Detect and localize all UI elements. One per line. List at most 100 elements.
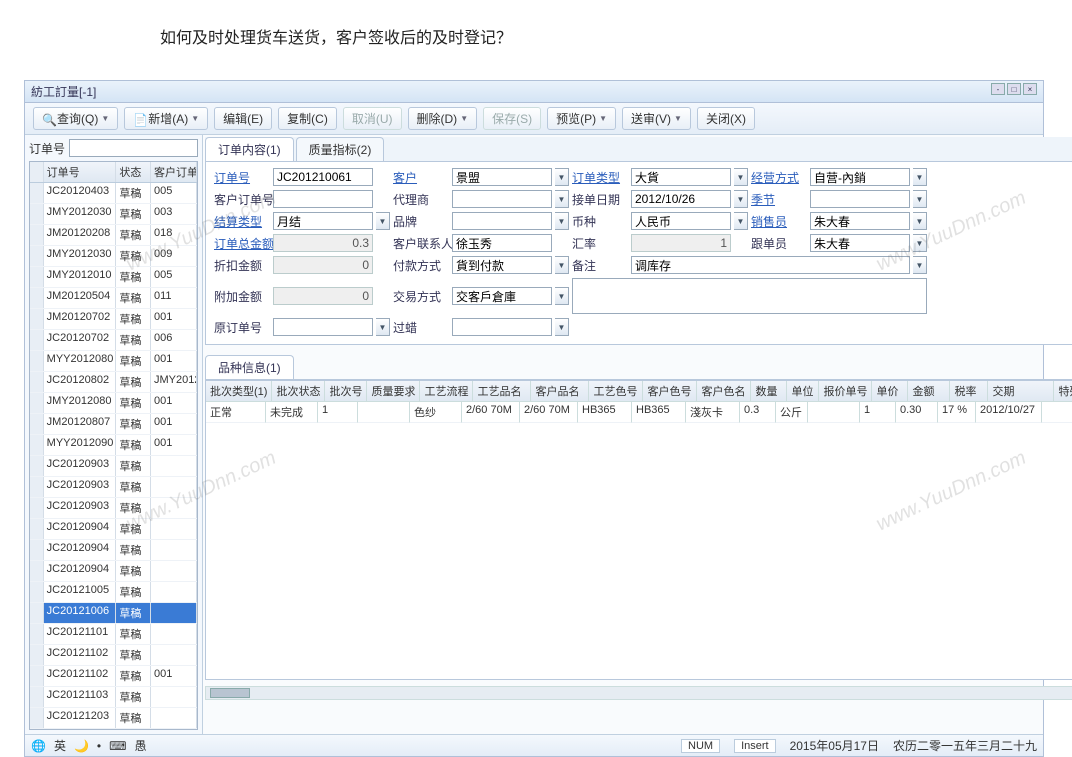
field-contact[interactable] bbox=[452, 234, 552, 252]
accept-date-dropdown[interactable]: ▼ bbox=[734, 190, 748, 208]
row-selector[interactable] bbox=[30, 183, 44, 203]
lbl-order-no[interactable]: 订单号 bbox=[214, 169, 270, 186]
order-list-row[interactable]: JM20120807草稿001 bbox=[30, 414, 197, 435]
row-selector[interactable] bbox=[30, 477, 44, 497]
field-order-type[interactable] bbox=[631, 168, 731, 186]
row-selector[interactable] bbox=[30, 372, 44, 392]
edit-button[interactable]: 编辑(E) bbox=[214, 107, 272, 130]
order-list-row[interactable]: JC20120403草稿005 bbox=[30, 183, 197, 204]
order-list-row[interactable]: JC20121102草稿 bbox=[30, 645, 197, 666]
lbl-season[interactable]: 季节 bbox=[751, 191, 807, 208]
detail-col-header[interactable]: 税率 bbox=[950, 381, 988, 402]
order-list-row[interactable]: JMY2012030草稿009 bbox=[30, 246, 197, 267]
row-selector[interactable] bbox=[30, 351, 44, 371]
lbl-order-type[interactable]: 订单类型 bbox=[572, 169, 628, 186]
field-sales[interactable] bbox=[810, 212, 910, 230]
add-button[interactable]: 📄 新增(A) ▼ bbox=[124, 107, 208, 130]
row-selector[interactable] bbox=[30, 267, 44, 287]
delete-button[interactable]: 删除(D) ▼ bbox=[408, 107, 478, 130]
row-selector[interactable] bbox=[30, 456, 44, 476]
pay-method-dropdown[interactable]: ▼ bbox=[555, 256, 569, 274]
row-selector[interactable] bbox=[30, 414, 44, 434]
row-selector[interactable] bbox=[30, 540, 44, 560]
row-selector[interactable] bbox=[30, 582, 44, 602]
follower-dropdown[interactable]: ▼ bbox=[913, 234, 927, 252]
row-selector[interactable] bbox=[30, 246, 44, 266]
order-list-row[interactable]: JC20121101草稿 bbox=[30, 624, 197, 645]
field-accept-date[interactable] bbox=[631, 190, 731, 208]
order-list-row[interactable]: JC20120903草稿 bbox=[30, 456, 197, 477]
order-list-row[interactable]: JM20120504草稿011 bbox=[30, 288, 197, 309]
col-cust-order[interactable]: 客户订单 bbox=[151, 162, 197, 182]
order-list-row[interactable]: JC20121005草稿 bbox=[30, 582, 197, 603]
row-selector[interactable] bbox=[30, 687, 44, 707]
field-orig-order[interactable] bbox=[273, 318, 373, 336]
field-follower[interactable] bbox=[810, 234, 910, 252]
field-biz-mode[interactable] bbox=[810, 168, 910, 186]
detail-col-header[interactable]: 特殊加工 bbox=[1054, 381, 1072, 402]
lbl-biz-mode[interactable]: 经营方式 bbox=[751, 169, 807, 186]
lbl-settle-type[interactable]: 结算类型 bbox=[214, 213, 270, 230]
field-currency[interactable] bbox=[631, 212, 731, 230]
order-list-row[interactable]: JC20120904草稿 bbox=[30, 540, 197, 561]
scrollbar-thumb[interactable] bbox=[210, 688, 250, 698]
biz-mode-dropdown[interactable]: ▼ bbox=[913, 168, 927, 186]
order-no-search-input[interactable] bbox=[69, 139, 198, 157]
row-selector[interactable] bbox=[30, 666, 44, 686]
detail-col-header[interactable]: 工艺流程 bbox=[420, 381, 473, 402]
detail-col-header[interactable]: 批次状态 bbox=[272, 381, 325, 402]
detail-col-header[interactable]: 单价 bbox=[872, 381, 908, 402]
field-settle-type[interactable] bbox=[273, 212, 373, 230]
agent-dropdown[interactable]: ▼ bbox=[555, 190, 569, 208]
detail-col-header[interactable]: 客户色名 bbox=[697, 381, 751, 402]
order-list-row[interactable]: JM20120702草稿001 bbox=[30, 309, 197, 330]
field-agent[interactable] bbox=[452, 190, 552, 208]
detail-col-header[interactable]: 客户色号 bbox=[643, 381, 697, 402]
field-stock-check[interactable] bbox=[631, 256, 910, 274]
lbl-customer[interactable]: 客户 bbox=[393, 169, 449, 186]
season-dropdown[interactable]: ▼ bbox=[913, 190, 927, 208]
customer-dropdown[interactable]: ▼ bbox=[555, 168, 569, 186]
order-list-row[interactable]: JMY2012080草稿001 bbox=[30, 393, 197, 414]
review-button[interactable]: 送审(V) ▼ bbox=[622, 107, 691, 130]
field-pay-method[interactable] bbox=[452, 256, 552, 274]
order-list-row[interactable]: JMY2012030草稿003 bbox=[30, 204, 197, 225]
order-list-row[interactable]: JC20120904草稿 bbox=[30, 519, 197, 540]
minimize-button[interactable]: - bbox=[991, 83, 1005, 95]
order-list-row[interactable]: JC20121102草稿001 bbox=[30, 666, 197, 687]
order-list-row[interactable]: MYY2012080草稿001 bbox=[30, 351, 197, 372]
order-list-row[interactable]: MYY2012090草稿001 bbox=[30, 435, 197, 456]
row-selector[interactable] bbox=[30, 519, 44, 539]
row-selector[interactable] bbox=[30, 645, 44, 665]
detail-col-header[interactable]: 金额 bbox=[908, 381, 950, 402]
order-list-row[interactable]: JC20120903草稿 bbox=[30, 477, 197, 498]
row-selector[interactable] bbox=[30, 435, 44, 455]
row-selector[interactable] bbox=[30, 309, 44, 329]
field-trade-method[interactable] bbox=[452, 287, 552, 305]
row-selector[interactable] bbox=[30, 498, 44, 518]
order-list-row[interactable]: JC20120802草稿JMY20120 bbox=[30, 372, 197, 393]
field-remark-memo[interactable] bbox=[572, 278, 927, 314]
detail-col-header[interactable]: 批次号 bbox=[325, 381, 367, 402]
maximize-button[interactable]: □ bbox=[1007, 83, 1021, 95]
row-selector[interactable] bbox=[30, 603, 44, 623]
detail-col-header[interactable]: 数量 bbox=[751, 381, 787, 402]
settle-type-dropdown[interactable]: ▼ bbox=[376, 212, 390, 230]
detail-col-header[interactable]: 报价单号 bbox=[819, 381, 872, 402]
row-selector[interactable] bbox=[30, 708, 44, 728]
field-brand[interactable] bbox=[452, 212, 552, 230]
copy-button[interactable]: 复制(C) bbox=[278, 107, 337, 130]
detail-col-header[interactable]: 工艺品名 bbox=[473, 381, 531, 402]
preview-button[interactable]: 预览(P) ▼ bbox=[547, 107, 616, 130]
sales-dropdown[interactable]: ▼ bbox=[913, 212, 927, 230]
detail-col-header[interactable]: 工艺色号 bbox=[589, 381, 643, 402]
field-cust-order[interactable] bbox=[273, 190, 373, 208]
currency-dropdown[interactable]: ▼ bbox=[734, 212, 748, 230]
order-list-row[interactable]: JC20121006草稿 bbox=[30, 603, 197, 624]
row-selector[interactable] bbox=[30, 624, 44, 644]
detail-col-header[interactable]: 质量要求 bbox=[367, 381, 420, 402]
horizontal-scrollbar[interactable] bbox=[205, 686, 1072, 700]
col-order-id[interactable]: 订单号 bbox=[44, 162, 117, 182]
row-selector[interactable] bbox=[30, 204, 44, 224]
row-selector[interactable] bbox=[30, 288, 44, 308]
